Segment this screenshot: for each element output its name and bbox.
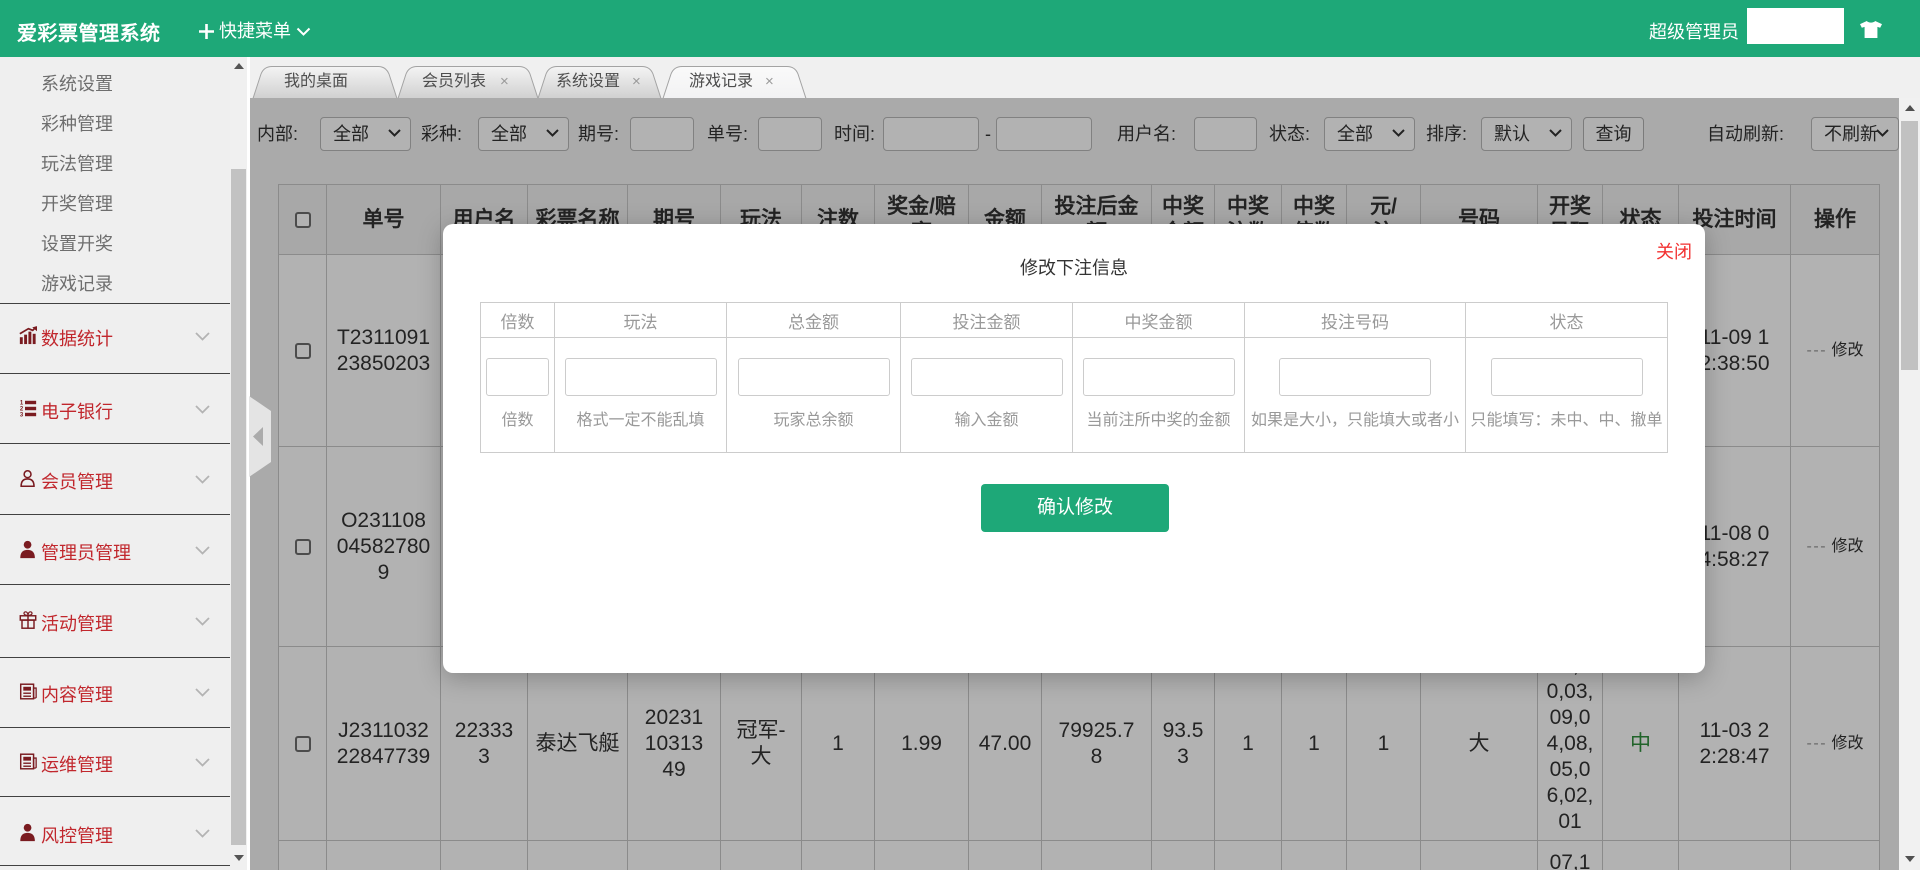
svg-text:2: 2 (20, 407, 24, 413)
svg-text:1: 1 (20, 401, 24, 407)
svg-text:3: 3 (20, 413, 24, 418)
